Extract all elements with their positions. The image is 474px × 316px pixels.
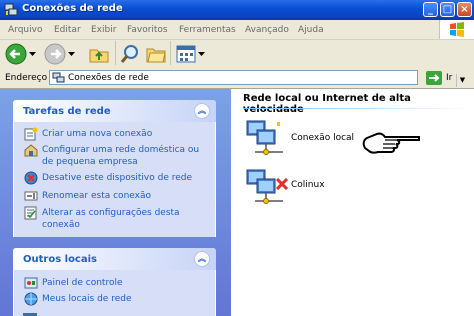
address-dropdown-icon[interactable]: ▼ <box>456 74 468 87</box>
toolbar <box>0 40 474 69</box>
windows-logo <box>439 20 474 39</box>
new-connection-icon <box>24 127 38 144</box>
menu-arquivo[interactable]: Arquivo <box>8 25 42 35</box>
group-header: Rede local ou Internet de alta velocidad… <box>243 93 411 115</box>
network-connections-icon <box>4 3 18 20</box>
network-tasks-header[interactable]: Tarefas de rede ︽ <box>13 100 216 122</box>
address-value: Conexões de rede <box>68 73 149 83</box>
menu-bar: Arquivo Editar Exibir Favoritos Ferramen… <box>0 20 474 40</box>
back-arrow-icon[interactable] <box>5 43 27 68</box>
network-connection-icon <box>245 118 285 163</box>
collapse-chevron-icon[interactable]: ︽ <box>194 103 210 119</box>
settings-icon <box>24 206 38 223</box>
menu-favoritos[interactable]: Favoritos <box>127 25 168 35</box>
dropdown-icon[interactable] <box>198 50 205 60</box>
dropdown-icon[interactable] <box>68 50 75 60</box>
content-pane: Rede local ou Internet de alta velocidad… <box>231 89 474 316</box>
pointing-hand-icon <box>361 129 421 158</box>
network-connections-icon <box>52 72 65 86</box>
other-places-title: Outros locais <box>23 254 97 265</box>
title-bar: Conexões de rede _ □ × <box>0 0 474 20</box>
task-pane: Tarefas de rede ︽ Criar uma nova conexão… <box>0 89 231 316</box>
address-input[interactable]: Conexões de rede ▼ <box>49 70 468 87</box>
disconnected-x-icon <box>275 177 289 193</box>
views-icon[interactable] <box>175 43 197 68</box>
connection-label: Colinux <box>291 180 325 190</box>
connection-colinux[interactable]: Colinux <box>245 167 355 209</box>
menu-exibir[interactable]: Exibir <box>91 25 116 35</box>
window-title: Conexões de rede <box>22 3 123 14</box>
menu-ajuda[interactable]: Ajuda <box>298 25 324 35</box>
dropdown-icon[interactable] <box>29 50 36 60</box>
folders-icon[interactable] <box>145 43 167 68</box>
close-button[interactable]: × <box>457 2 472 17</box>
control-panel-icon <box>24 276 38 293</box>
up-folder-icon[interactable] <box>88 43 110 68</box>
menu-ferramentas[interactable]: Ferramentas <box>179 25 236 35</box>
maximize-button[interactable]: □ <box>440 2 455 17</box>
search-icon[interactable] <box>119 43 141 68</box>
address-label: Endereço <box>5 73 48 83</box>
network-tasks-list: Criar uma nova conexão Configurar uma re… <box>13 122 216 237</box>
other-places-panel: Outros locais ︽ Painel de controle Meus … <box>13 248 216 316</box>
menu-editar[interactable]: Editar <box>54 25 81 35</box>
other-places-header[interactable]: Outros locais ︽ <box>13 248 216 270</box>
home-network-icon <box>24 143 38 160</box>
network-places-icon <box>24 292 38 309</box>
connection-local[interactable]: Conexão local <box>245 118 355 160</box>
go-arrow-icon[interactable] <box>426 71 442 88</box>
network-tasks-title: Tarefas de rede <box>23 106 111 117</box>
toolbar-separator <box>170 41 171 65</box>
menu-avancado[interactable]: Avançado <box>245 25 289 35</box>
group-divider <box>243 108 471 109</box>
network-tasks-panel: Tarefas de rede ︽ Criar uma nova conexão… <box>13 100 216 237</box>
minimize-button[interactable]: _ <box>423 2 438 17</box>
go-button[interactable]: Ir <box>446 73 452 83</box>
other-places-list: Painel de controle Meus locais de rede <box>13 270 216 316</box>
toolbar-separator <box>115 41 116 65</box>
rename-icon <box>24 189 38 206</box>
forward-arrow-icon[interactable] <box>44 43 66 68</box>
address-bar: Endereço Conexões de rede ▼ Ir <box>0 68 474 89</box>
disable-device-icon <box>24 171 38 188</box>
connection-label: Conexão local <box>291 133 355 143</box>
collapse-chevron-icon[interactable]: ︽ <box>194 251 210 267</box>
